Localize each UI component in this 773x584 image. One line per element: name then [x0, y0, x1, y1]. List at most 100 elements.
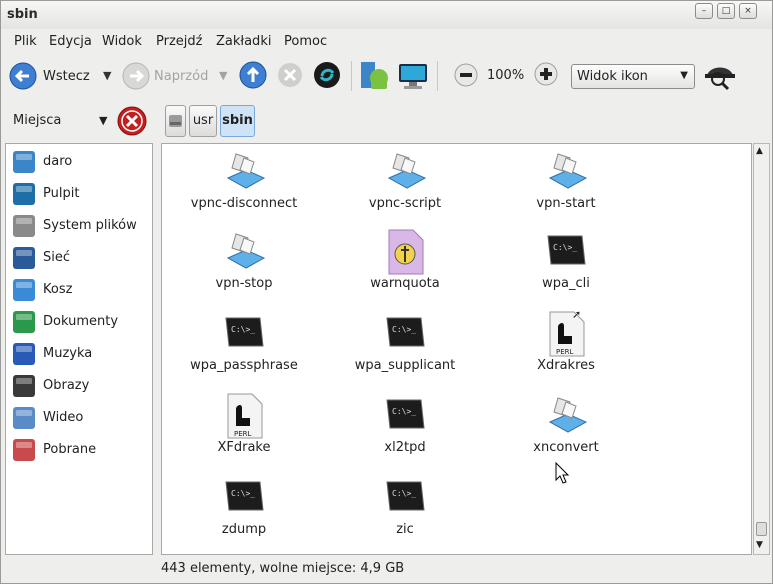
back-button[interactable]: Wstecz [9, 61, 90, 91]
video-folder-icon [13, 407, 35, 429]
stop-button[interactable] [277, 62, 303, 88]
places-sidebar: daro Pulpit System plików Sieć Kosz Dokumenty… [5, 143, 153, 555]
computer-button[interactable] [397, 61, 429, 91]
vertical-scrollbar[interactable]: ▲ ▼ [753, 143, 770, 555]
desktop-icon [13, 183, 35, 205]
window-title: sbin [7, 7, 38, 22]
status-bar: 443 elementy, wolne miejsce: 4,9 GB [161, 558, 761, 580]
file-item[interactable]: vpnc-disconnect [164, 148, 324, 228]
forward-history-arrow[interactable]: ▼ [219, 69, 227, 82]
terminal-icon: C:\>_ [222, 310, 266, 358]
file-item[interactable]: C:\>_ zdump [164, 474, 324, 554]
terminal-icon: C:\>_ [383, 392, 427, 440]
file-name: wpa_cli [542, 276, 590, 291]
sidebar-item-9[interactable]: Wideo [6, 402, 152, 434]
view-mode-value: Widok ikon [577, 69, 648, 84]
file-item[interactable]: warnquota [325, 228, 485, 308]
sidebar-item-2[interactable]: Pulpit [6, 178, 152, 210]
sidebar-item-4[interactable]: Sieć [6, 242, 152, 274]
terminal-prompt: C:\>_ [231, 489, 255, 498]
places-label: Miejsca [13, 113, 62, 128]
file-name: xl2tpd [384, 440, 426, 455]
sidebar-item-7[interactable]: Muzyka [6, 338, 152, 370]
script-icon [544, 392, 588, 440]
sidebar-item-5[interactable]: Kosz [6, 274, 152, 306]
computer-icon [399, 64, 427, 89]
places-dropdown-arrow[interactable]: ▼ [99, 114, 107, 127]
menu-view[interactable]: Widok [102, 34, 142, 49]
forward-button[interactable]: Naprzód [122, 61, 208, 91]
menu-edit[interactable]: Edycja [49, 34, 92, 49]
file-view: vpnc-disconnect vpnc-script vpn-start vpn-s… [161, 143, 752, 555]
back-history-arrow[interactable]: ▼ [103, 69, 111, 82]
file-name: wpa_supplicant [354, 358, 456, 373]
sidebar-item-6[interactable]: Dokumenty [6, 306, 152, 338]
title-bar: sbin – □ × [1, 1, 772, 29]
breadcrumb-root[interactable] [165, 105, 186, 137]
close-window-button[interactable]: × [739, 3, 757, 19]
terminal-prompt: C:\>_ [553, 243, 577, 252]
close-sidebar-button[interactable] [117, 106, 147, 136]
file-name: warnquota [370, 276, 440, 291]
sidebar-item-1[interactable]: daro [6, 146, 152, 178]
sidebar-item-label: Obrazy [43, 378, 90, 393]
sidebar-item-label: System plików [43, 218, 137, 233]
toolbar-separator [437, 61, 438, 91]
trash-icon [13, 279, 35, 301]
sidebar-item-10[interactable]: Pobrane [6, 434, 152, 466]
terminal-prompt: C:\>_ [392, 407, 416, 416]
sidebar-item-label: Pulpit [43, 186, 80, 201]
menu-help[interactable]: Pomoc [284, 34, 327, 49]
search-button[interactable] [703, 59, 737, 91]
zoom-in-button[interactable] [532, 61, 560, 89]
reload-icon [314, 62, 340, 88]
file-item[interactable]: vpnc-script [325, 148, 485, 228]
file-item[interactable]: PERL XFdrake [164, 392, 324, 472]
menu-go[interactable]: Przejdź [156, 34, 202, 49]
scroll-down-icon[interactable]: ▼ [756, 540, 763, 550]
file-item[interactable]: C:\>_ xl2tpd [325, 392, 485, 472]
terminal-prompt: C:\>_ [392, 325, 416, 334]
file-item[interactable]: C:\>_ wpa_passphrase [164, 310, 324, 390]
menu-bookmarks[interactable]: Zakładki [216, 34, 271, 49]
home-button[interactable] [359, 60, 389, 92]
search-icon [705, 67, 735, 91]
status-text: 443 elementy, wolne miejsce: 4,9 GB [161, 561, 405, 576]
menu-file[interactable]: Plik [14, 34, 37, 49]
perl-label: PERL [234, 430, 252, 438]
up-button[interactable] [239, 61, 267, 89]
sidebar-item-8[interactable]: Obrazy [6, 370, 152, 402]
scroll-up-icon[interactable]: ▲ [756, 146, 763, 156]
terminal-icon: C:\>_ [544, 228, 588, 276]
breadcrumb-sbin[interactable]: sbin [220, 105, 255, 137]
breadcrumb-usr[interactable]: usr [189, 105, 217, 137]
reload-button[interactable] [313, 61, 341, 89]
perl-label: PERL [556, 348, 574, 356]
file-item[interactable]: xnconvert [486, 392, 646, 472]
documents-folder-icon [13, 311, 35, 333]
file-item[interactable]: PERL Xdrakres [486, 310, 646, 390]
file-name: wpa_passphrase [190, 358, 298, 373]
file-item[interactable]: C:\>_ wpa_cli [486, 228, 646, 308]
scrollbar-thumb[interactable] [756, 522, 767, 536]
file-manager-window: sbin – □ × Plik Edycja Widok Przejdź Zak… [0, 0, 773, 584]
sidebar-item-3[interactable]: System plików [6, 210, 152, 242]
file-name: XFdrake [217, 440, 271, 455]
file-item[interactable]: vpn-start [486, 148, 646, 228]
file-name: vpn-start [536, 196, 596, 211]
toolbar-separator [351, 61, 352, 91]
perl-script-icon: PERL [222, 392, 266, 440]
view-mode-select[interactable]: Widok ikon ▼ [571, 64, 695, 89]
minimize-button[interactable]: – [695, 3, 713, 19]
file-item[interactable]: C:\>_ wpa_supplicant [325, 310, 485, 390]
script-icon [544, 148, 588, 196]
file-item[interactable]: vpn-stop [164, 228, 324, 308]
maximize-button[interactable]: □ [717, 3, 735, 19]
file-name: vpnc-script [368, 196, 442, 211]
file-item[interactable]: C:\>_ zic [325, 474, 485, 554]
executable-icon [383, 228, 427, 276]
zoom-out-icon [454, 63, 478, 87]
arrow-up-icon [239, 61, 267, 89]
sidebar-item-label: Muzyka [43, 346, 93, 361]
zoom-out-button[interactable] [452, 62, 480, 90]
